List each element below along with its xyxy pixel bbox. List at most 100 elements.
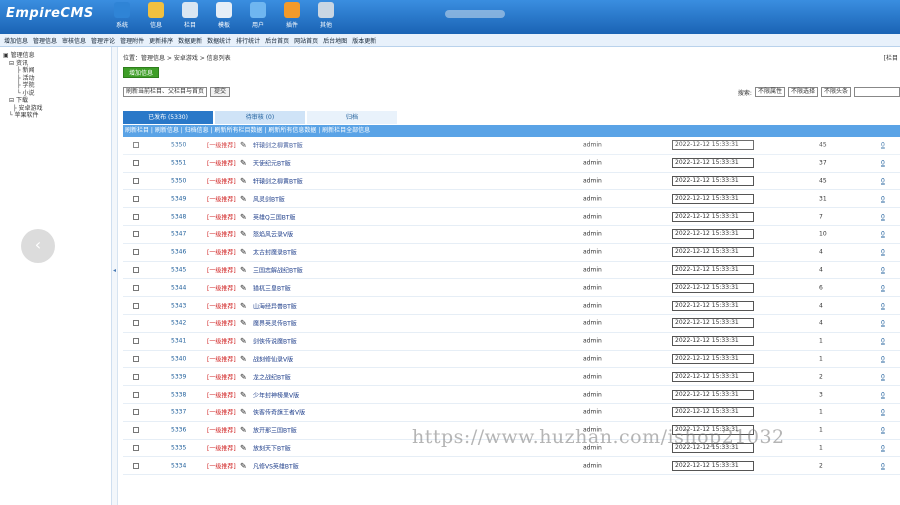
row-category[interactable]: [一级推荐] — [207, 426, 236, 435]
nav-item-3[interactable]: 模板 — [207, 1, 241, 29]
tab-pending[interactable]: 待审核 (0) — [215, 111, 305, 124]
menu-item[interactable]: 审核信息 — [62, 36, 86, 45]
row-checkbox[interactable] — [133, 231, 139, 238]
row-checkbox[interactable] — [133, 338, 139, 345]
row-checkbox[interactable] — [133, 391, 139, 398]
row-title[interactable]: 魔界英灵传BT版 — [253, 319, 297, 328]
row-checkbox[interactable] — [133, 249, 139, 256]
row-date-input[interactable]: 2022-12-12 15:33:31 — [672, 371, 754, 382]
row-checkbox[interactable] — [133, 177, 139, 184]
row-checkbox[interactable] — [133, 302, 139, 309]
sidebar-toggle[interactable]: ◂ — [112, 47, 118, 505]
row-category[interactable]: [一级推荐] — [207, 354, 236, 363]
row-checkbox[interactable] — [133, 409, 139, 416]
row-category[interactable]: [一级推荐] — [207, 372, 236, 381]
row-category[interactable]: [一级推荐] — [207, 176, 236, 185]
row-category[interactable]: [一级推荐] — [207, 283, 236, 292]
row-date-input[interactable]: 2022-12-12 15:33:31 — [672, 211, 754, 222]
row-checkbox[interactable] — [133, 373, 139, 380]
row-category[interactable]: [一级推荐] — [207, 248, 236, 257]
row-id[interactable]: 5350 — [171, 177, 186, 184]
menu-item[interactable]: 管理评论 — [91, 36, 115, 45]
menu-item[interactable]: 增加信息 — [4, 36, 28, 45]
row-id[interactable]: 5345 — [171, 266, 186, 273]
nav-item-5[interactable]: 插件 — [275, 1, 309, 29]
row-title[interactable]: 轩辕剑之柳黄BT版 — [253, 141, 303, 150]
row-title[interactable]: 放开那三国BT版 — [253, 426, 297, 435]
column-link[interactable]: [栏目 — [884, 53, 898, 62]
row-title[interactable]: 天使纪元BT版 — [253, 159, 291, 168]
row-id[interactable]: 5349 — [171, 195, 186, 202]
tree-item[interactable]: ⊟ 资讯 — [3, 60, 111, 68]
row-category[interactable]: [一级推荐] — [207, 301, 236, 310]
tree-item[interactable]: └ 苹果软件 — [3, 112, 111, 120]
row-action[interactable]: 0 — [881, 409, 885, 416]
row-date-input[interactable]: 2022-12-12 15:33:31 — [672, 229, 754, 240]
action-links-bar[interactable]: 刷新栏目 | 刷新信息 | 归档信息 | 刷新所有栏目数据 | 刷新所有信息数据… — [123, 125, 900, 137]
row-date-input[interactable]: 2022-12-12 15:33:31 — [672, 158, 754, 169]
tree-item[interactable]: ▣ 管理信息 — [3, 52, 111, 60]
menu-item[interactable]: 后台首页 — [265, 36, 289, 45]
choice-select[interactable]: 不限选择 — [787, 87, 818, 97]
row-checkbox[interactable] — [133, 355, 139, 362]
row-category[interactable]: [一级推荐] — [207, 337, 236, 346]
row-id[interactable]: 5336 — [171, 427, 186, 434]
row-action[interactable]: 0 — [881, 338, 885, 345]
row-title[interactable]: 怒焰风云录V版 — [253, 230, 293, 239]
edit-icon[interactable]: ✎ — [240, 461, 247, 470]
edit-icon[interactable]: ✎ — [240, 212, 247, 221]
row-id[interactable]: 5347 — [171, 231, 186, 238]
row-action[interactable]: 0 — [881, 284, 885, 291]
tree-item[interactable]: ├ 安卓游戏 — [3, 105, 111, 113]
edit-icon[interactable]: ✎ — [240, 408, 247, 417]
edit-icon[interactable]: ✎ — [240, 372, 247, 381]
row-checkbox[interactable] — [133, 266, 139, 273]
row-id[interactable]: 5343 — [171, 302, 186, 309]
row-title[interactable]: 猎杌三皇BT版 — [253, 283, 291, 292]
row-checkbox[interactable] — [133, 284, 139, 291]
row-action[interactable]: 0 — [881, 462, 885, 469]
row-category[interactable]: [一级推荐] — [207, 408, 236, 417]
row-title[interactable]: 风灵剑BT版 — [253, 194, 285, 203]
row-action[interactable]: 0 — [881, 355, 885, 362]
nav-item-6[interactable]: 其他 — [309, 1, 343, 29]
row-date-input[interactable]: 2022-12-12 15:33:31 — [672, 264, 754, 275]
row-category[interactable]: [一级推荐] — [207, 319, 236, 328]
row-category[interactable]: [一级推荐] — [207, 461, 236, 470]
row-action[interactable]: 0 — [881, 302, 885, 309]
search-input[interactable] — [854, 87, 900, 97]
row-category[interactable]: [一级推荐] — [207, 390, 236, 399]
row-checkbox[interactable] — [133, 320, 139, 327]
row-id[interactable]: 5348 — [171, 213, 186, 220]
edit-icon[interactable]: ✎ — [240, 141, 247, 150]
edit-icon[interactable]: ✎ — [240, 354, 247, 363]
edit-icon[interactable]: ✎ — [240, 443, 247, 452]
edit-icon[interactable]: ✎ — [240, 337, 247, 346]
row-date-input[interactable]: 2022-12-12 15:33:31 — [672, 407, 754, 418]
row-title[interactable]: 山海经异兽BT版 — [253, 301, 297, 310]
nav-item-1[interactable]: 信息 — [139, 1, 173, 29]
edit-icon[interactable]: ✎ — [240, 390, 247, 399]
edit-icon[interactable]: ✎ — [240, 265, 247, 274]
row-action[interactable]: 0 — [881, 177, 885, 184]
row-date-input[interactable]: 2022-12-12 15:33:31 — [672, 389, 754, 400]
row-checkbox[interactable] — [133, 213, 139, 220]
edit-icon[interactable]: ✎ — [240, 230, 247, 239]
row-title[interactable]: 剑侠传说魔BT版 — [253, 337, 297, 346]
row-date-input[interactable]: 2022-12-12 15:33:31 — [672, 353, 754, 364]
tree-item[interactable]: ⊟ 下载 — [3, 97, 111, 105]
row-id[interactable]: 5346 — [171, 249, 186, 256]
row-title[interactable]: 少年封神榜果V版 — [253, 390, 299, 399]
row-date-input[interactable]: 2022-12-12 15:33:31 — [672, 336, 754, 347]
row-title[interactable]: 英雄Q三国BT版 — [253, 212, 296, 221]
nav-item-4[interactable]: 用户 — [241, 1, 275, 29]
row-checkbox[interactable] — [133, 195, 139, 202]
row-date-input[interactable]: 2022-12-12 15:33:31 — [672, 300, 754, 311]
row-title[interactable]: 放刻天下BT版 — [253, 443, 291, 452]
row-action[interactable]: 0 — [881, 142, 885, 149]
row-action[interactable]: 0 — [881, 266, 885, 273]
row-action[interactable]: 0 — [881, 320, 885, 327]
row-action[interactable]: 0 — [881, 444, 885, 451]
row-title[interactable]: 轩辕剑之柳黄BT版 — [253, 176, 303, 185]
collapse-arrow-icon[interactable]: ◂ — [113, 267, 116, 274]
